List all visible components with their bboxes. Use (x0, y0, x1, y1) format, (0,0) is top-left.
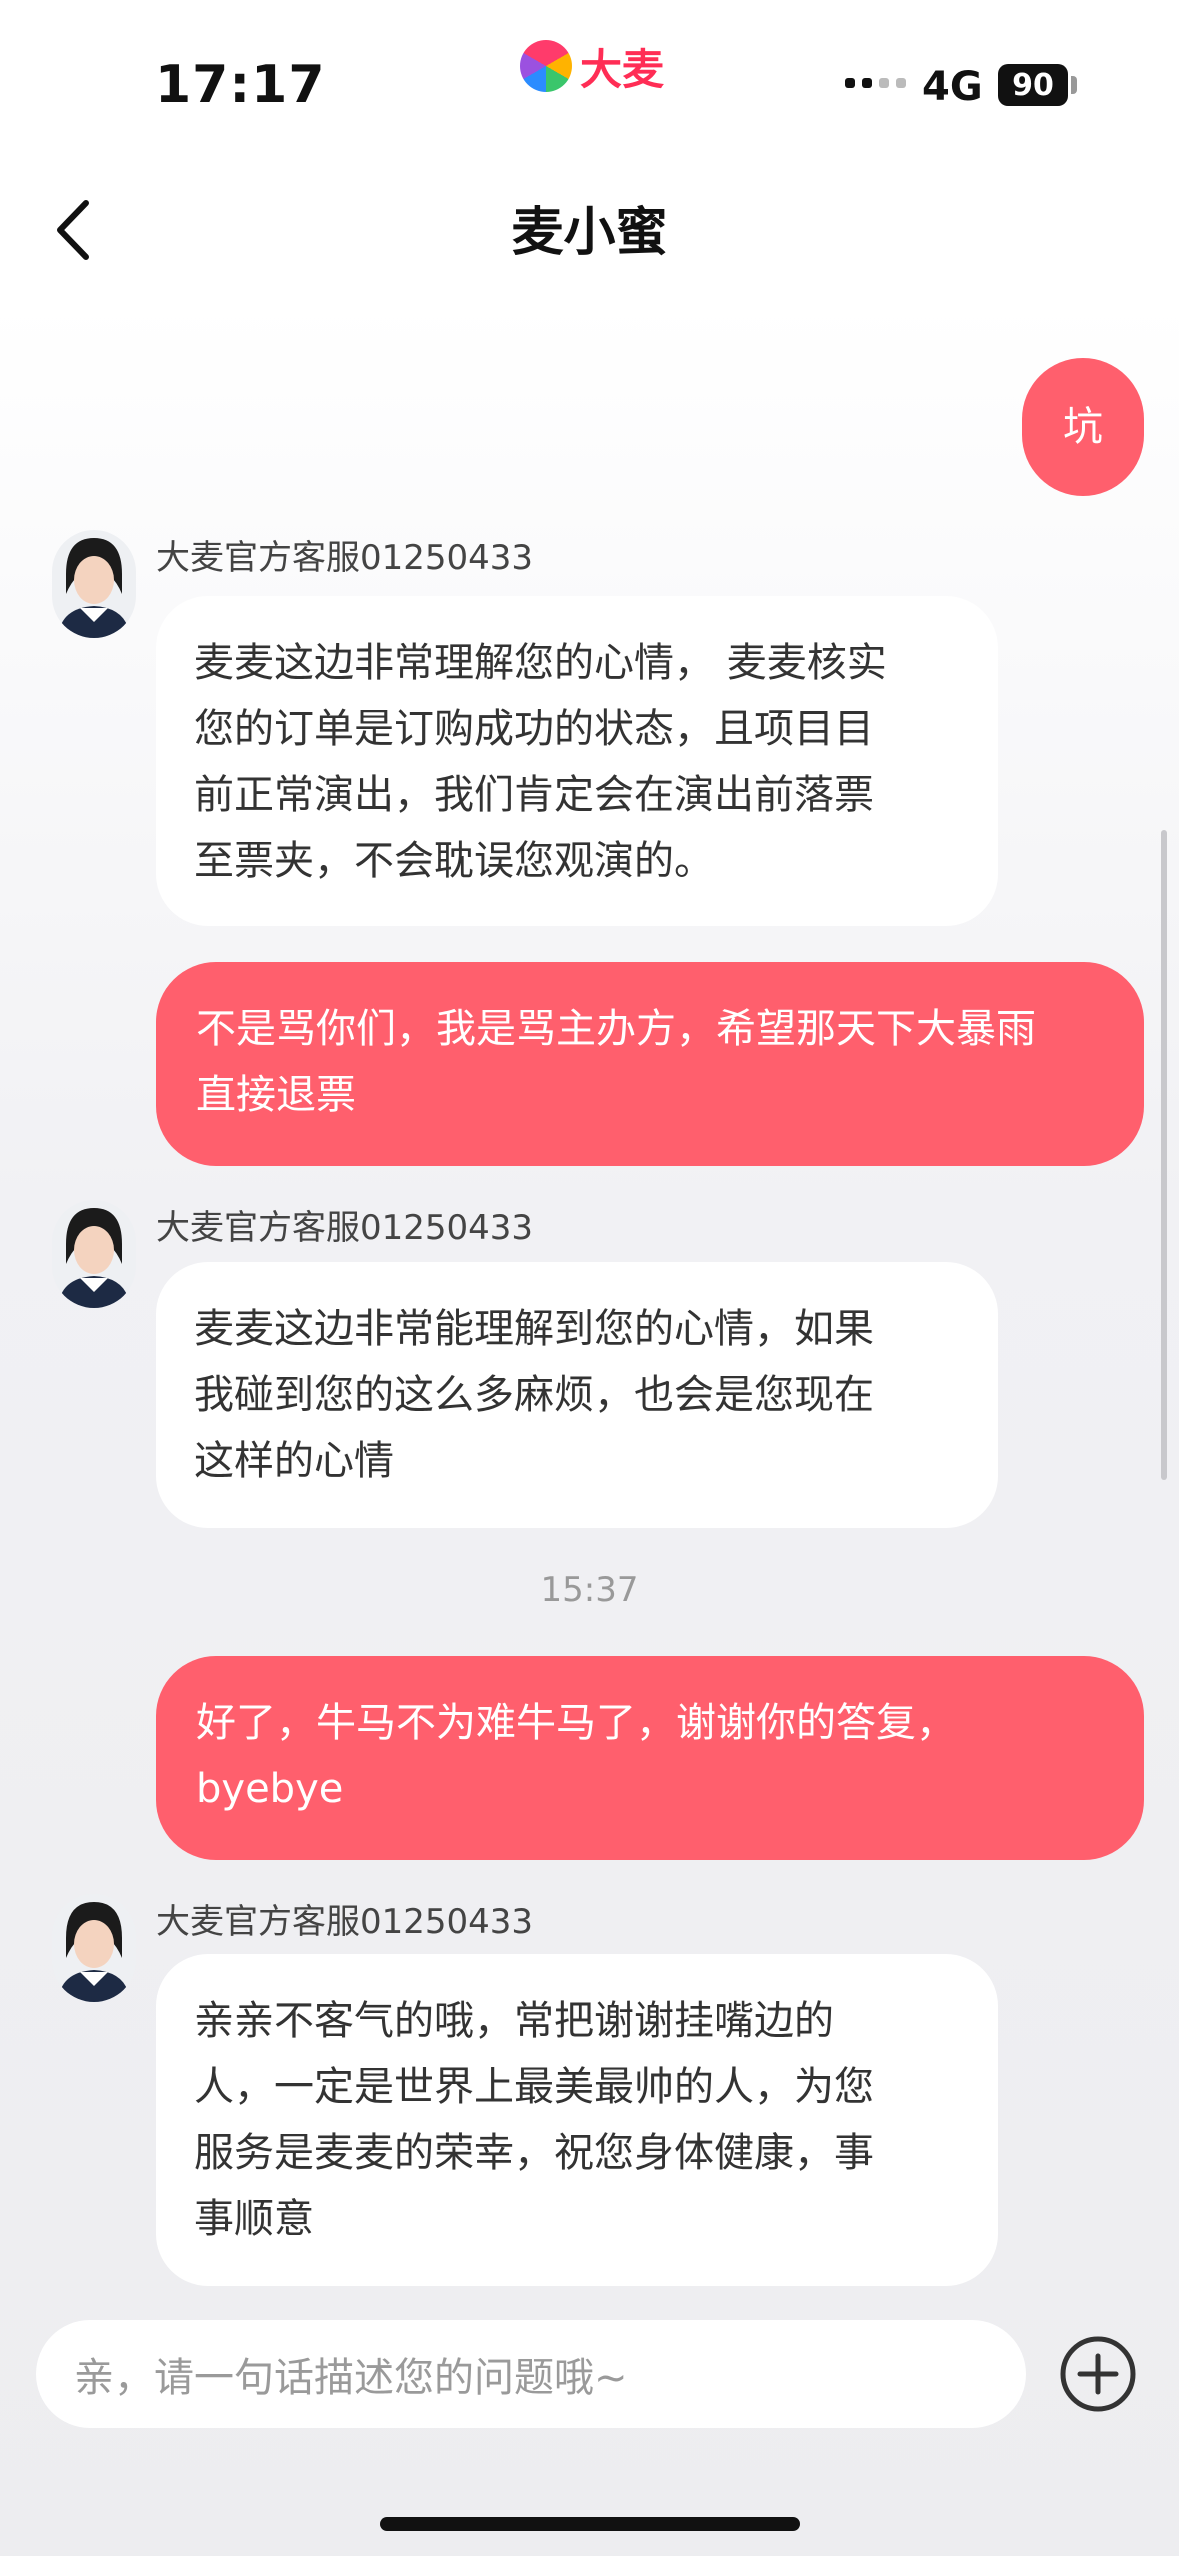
agent-message: 麦麦这边非常理解您的心情， 麦麦核实 您的订单是订购成功的状态，且项目目 前正常… (156, 596, 998, 926)
message-text: 坑 (1063, 404, 1103, 450)
plus-circle-icon (1060, 2336, 1136, 2412)
agent-name: 大麦官方客服01250433 (156, 1208, 534, 1248)
message-line: 亲亲不客气的哦，常把谢谢挂嘴边的 (194, 1998, 834, 2044)
battery-icon: 90 (998, 64, 1068, 106)
input-placeholder: 亲，请一句话描述您的问题哦~ (74, 2355, 628, 2401)
message-line: 人，一定是世界上最美最帅的人，为您 (194, 2064, 874, 2110)
status-time: 17:17 (155, 55, 326, 115)
message-line: 事顺意 (194, 2196, 314, 2242)
message-line: 服务是麦麦的荣幸，祝您身体健康，事 (194, 2130, 874, 2176)
battery-level: 90 (1012, 67, 1054, 103)
logo-text: 大麦 (580, 44, 665, 94)
agent-avatar (52, 1200, 136, 1308)
user-message: 不是骂你们，我是骂主办方，希望那天下大暴雨 直接退票 (156, 962, 1144, 1166)
damai-logo: 大麦 (520, 40, 664, 94)
message-timestamp: 15:37 (540, 1570, 639, 1610)
message-line: 麦麦这边非常能理解到您的心情，如果 (194, 1306, 874, 1352)
agent-name: 大麦官方客服01250433 (156, 538, 534, 578)
signal-icon (845, 78, 906, 88)
message-line: 至票夹，不会耽误您观演的。 (194, 838, 714, 884)
message-line: 这样的心情 (194, 1438, 394, 1484)
agent-message: 麦麦这边非常能理解到您的心情，如果 我碰到您的这么多麻烦，也会是您现在 这样的心… (156, 1262, 998, 1528)
damai-logo-icon (520, 40, 572, 92)
user-message: 坑 (1022, 358, 1144, 496)
agent-avatar (52, 1894, 136, 2002)
message-line: byebye (196, 1766, 344, 1812)
message-line: 麦麦这边非常理解您的心情， 麦麦核实 (194, 640, 887, 686)
battery-tip (1071, 76, 1077, 94)
message-line: 好了，牛马不为难牛马了，谢谢你的答复， (196, 1700, 956, 1746)
message-line: 直接退票 (196, 1072, 356, 1118)
message-line: 我碰到您的这么多麻烦，也会是您现在 (194, 1372, 874, 1418)
agent-avatar (52, 530, 136, 638)
agent-message: 亲亲不客气的哦，常把谢谢挂嘴边的 人，一定是世界上最美最帅的人，为您 服务是麦麦… (156, 1954, 998, 2286)
scrollbar[interactable] (1161, 830, 1167, 1480)
message-input[interactable]: 亲，请一句话描述您的问题哦~ (36, 2320, 1026, 2428)
message-line: 不是骂你们，我是骂主办方，希望那天下大暴雨 (196, 1006, 1036, 1052)
page-title: 麦小蜜 (511, 203, 668, 263)
user-message: 好了，牛马不为难牛马了，谢谢你的答复， byebye (156, 1656, 1144, 1860)
network-type: 4G (922, 64, 983, 110)
add-button[interactable] (1058, 2334, 1138, 2414)
message-line: 您的订单是订购成功的状态，且项目目 (194, 706, 874, 752)
agent-name: 大麦官方客服01250433 (156, 1902, 534, 1942)
home-indicator (380, 2517, 800, 2531)
message-line: 前正常演出，我们肯定会在演出前落票 (194, 772, 874, 818)
